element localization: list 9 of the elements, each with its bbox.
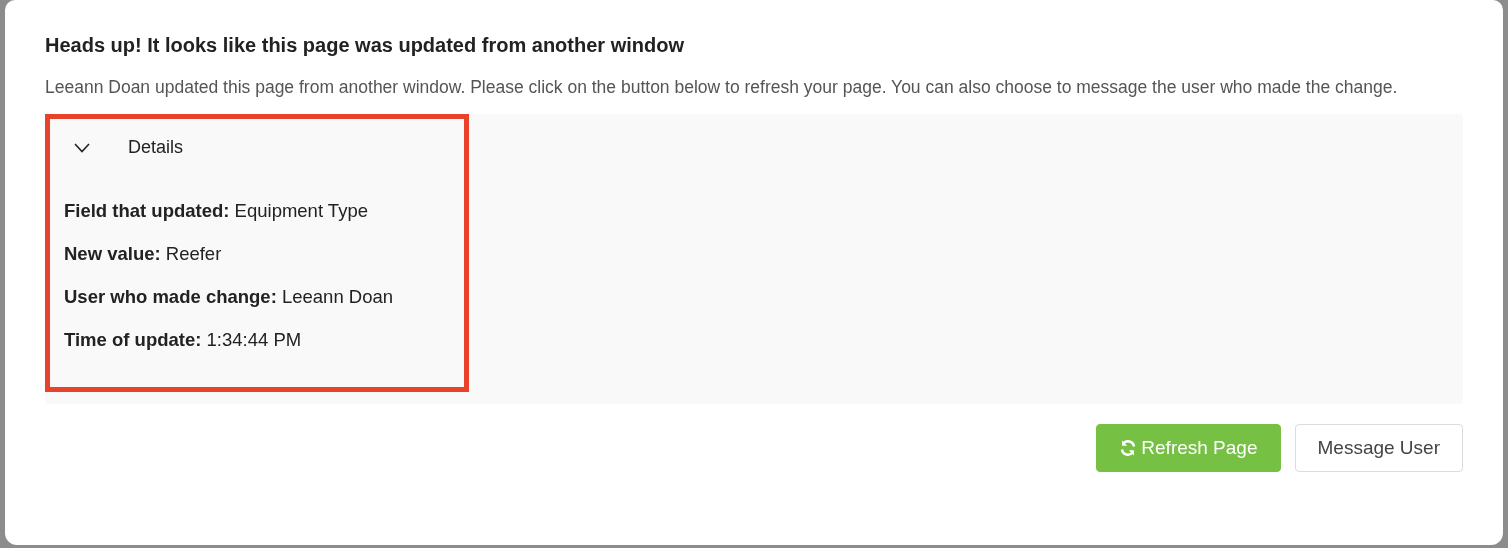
dialog-title: Heads up! It looks like this page was updated from another window — [45, 34, 685, 57]
detail-line: Time of update: 1:34:44 PM — [64, 329, 303, 351]
detail-line: User who made change: Leeann Doan — [64, 286, 395, 308]
refresh-icon — [1119, 439, 1138, 457]
details-toggle[interactable]: Details — [64, 133, 194, 162]
message-button[interactable]: Message User — [1294, 424, 1463, 472]
dialog-message: Leeann Doan updated this page from another window. Please click on the button below to refresh your page. You can also choose to message the user who made the change. — [45, 76, 1399, 99]
detail-line: Field that updated: Equipment Type — [64, 200, 369, 222]
detail-line: New value: Reefer — [64, 243, 223, 265]
